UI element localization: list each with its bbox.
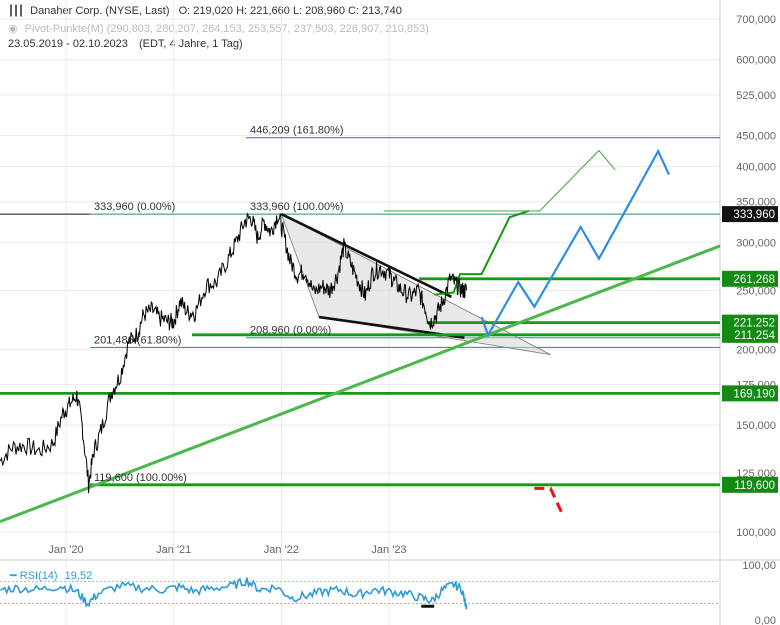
fib-label: 201,486 (61.80%): [94, 334, 181, 346]
y-tick-label: 525,000: [736, 90, 776, 102]
y-tick-label: 250,000: [736, 285, 776, 297]
rsi-panel: 100,00 0,00: [0, 560, 776, 625]
fib-label: 333,960 (0.00%): [94, 201, 175, 213]
bull-scenario-blue: [480, 148, 670, 338]
x-tick-label: Jan '21: [156, 544, 191, 556]
y-tick-label: 150,000: [736, 420, 776, 432]
price-chart[interactable]: 700,000600,000525,000450,000400,000350,0…: [0, 0, 780, 625]
rsi-legend: ━ RSI(14) 19,52: [10, 569, 92, 582]
level-tag-label: 119,600: [734, 480, 775, 492]
level-tag-label: 211,254: [734, 330, 775, 342]
rsi-value: 19,52: [64, 570, 93, 582]
price-series: [0, 212, 467, 494]
bear-scenario: [534, 486, 563, 513]
y-tick-label: 450,000: [736, 130, 776, 142]
y-tick-label: 400,000: [736, 162, 776, 174]
price-line: [0, 212, 467, 494]
rsi-axis-top: 100,00: [742, 560, 776, 572]
y-tick-label: 300,000: [736, 237, 776, 249]
fib-label: 119,600 (100.00%): [94, 472, 187, 484]
rsi-label: RSI(14): [19, 570, 58, 582]
x-tick-label: Jan '23: [371, 544, 406, 556]
x-tick-label: Jan '22: [264, 544, 299, 556]
y-tick-label: 200,000: [736, 344, 776, 356]
y-tick-label: 100,000: [736, 527, 776, 539]
level-tag-label: 261,268: [733, 274, 775, 286]
x-tick-label: Jan '20: [48, 544, 83, 556]
y-tick-label: 700,000: [736, 14, 776, 26]
rsi-line: [0, 577, 468, 610]
x-axis: Jan '20 Jan '21 Jan '22 Jan '23: [48, 544, 406, 556]
rsi-eye-icon[interactable]: ━: [10, 570, 17, 582]
fib-label: 208,960 (0.00%): [250, 325, 331, 337]
level-tag-label: 169,190: [733, 388, 775, 400]
fib-label: 446,209 (161.80%): [250, 125, 344, 137]
level-tag-label: 333,960: [733, 209, 775, 221]
rsi-axis-bottom: 0,00: [755, 615, 776, 625]
drawings: [0, 137, 721, 524]
fib-label: 333,960 (100.00%): [250, 201, 344, 213]
y-tick-label: 600,000: [736, 55, 776, 67]
fib-labels: 446,209 (161.80%) 333,960 (0.00%) 333,960 …: [94, 125, 344, 484]
